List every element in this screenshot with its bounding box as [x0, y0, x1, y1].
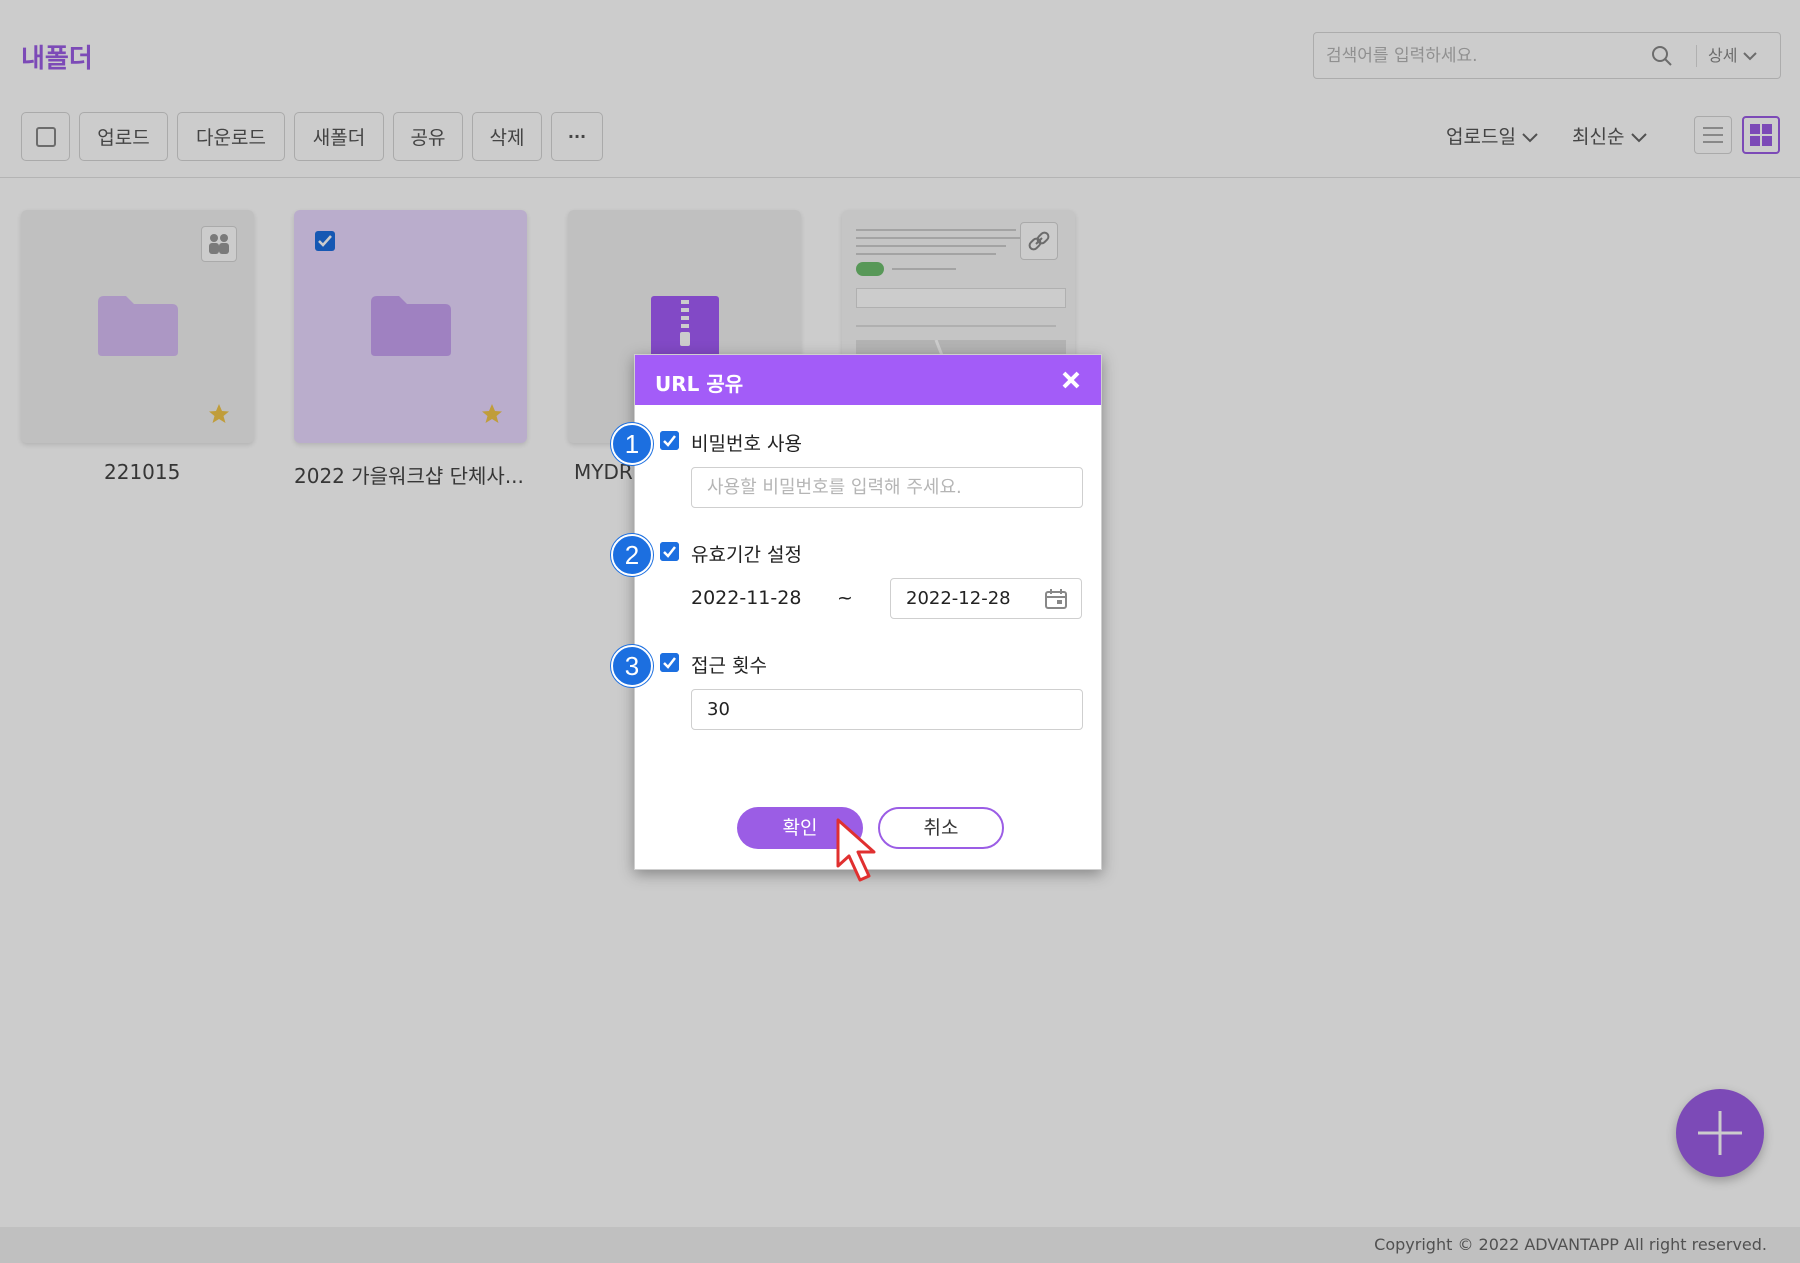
- password-input[interactable]: [691, 467, 1083, 508]
- close-icon: [1062, 371, 1080, 389]
- expiry-option-label: 유효기간 설정: [691, 544, 802, 566]
- step-badge-2: 2: [611, 534, 653, 576]
- cancel-button[interactable]: 취소: [878, 807, 1004, 849]
- access-count-option-label: 접근 횟수: [691, 655, 767, 677]
- start-date: 2022-11-28: [691, 587, 802, 609]
- end-date-value: 2022-12-28: [906, 588, 1011, 609]
- end-date-picker[interactable]: 2022-12-28: [890, 578, 1082, 619]
- expiry-checkbox[interactable]: [660, 542, 679, 561]
- password-checkbox[interactable]: [660, 431, 679, 450]
- access-count-checkbox[interactable]: [660, 653, 679, 672]
- calendar-icon[interactable]: [1045, 589, 1067, 609]
- modal-title: URL 공유: [655, 372, 744, 396]
- password-option-label: 비밀번호 사용: [691, 433, 802, 455]
- mouse-pointer-icon: [836, 818, 876, 882]
- date-range-separator: ~: [837, 587, 853, 609]
- step-badge-3: 3: [611, 645, 653, 687]
- close-button[interactable]: [1059, 368, 1083, 392]
- step-badge-1: 1: [611, 423, 653, 465]
- access-count-input[interactable]: [691, 689, 1083, 730]
- url-share-modal: URL 공유 1 비밀번호 사용 2 유효기간 설정 2022-11-28 ~ …: [611, 354, 1102, 870]
- modal-header: URL 공유: [635, 355, 1101, 405]
